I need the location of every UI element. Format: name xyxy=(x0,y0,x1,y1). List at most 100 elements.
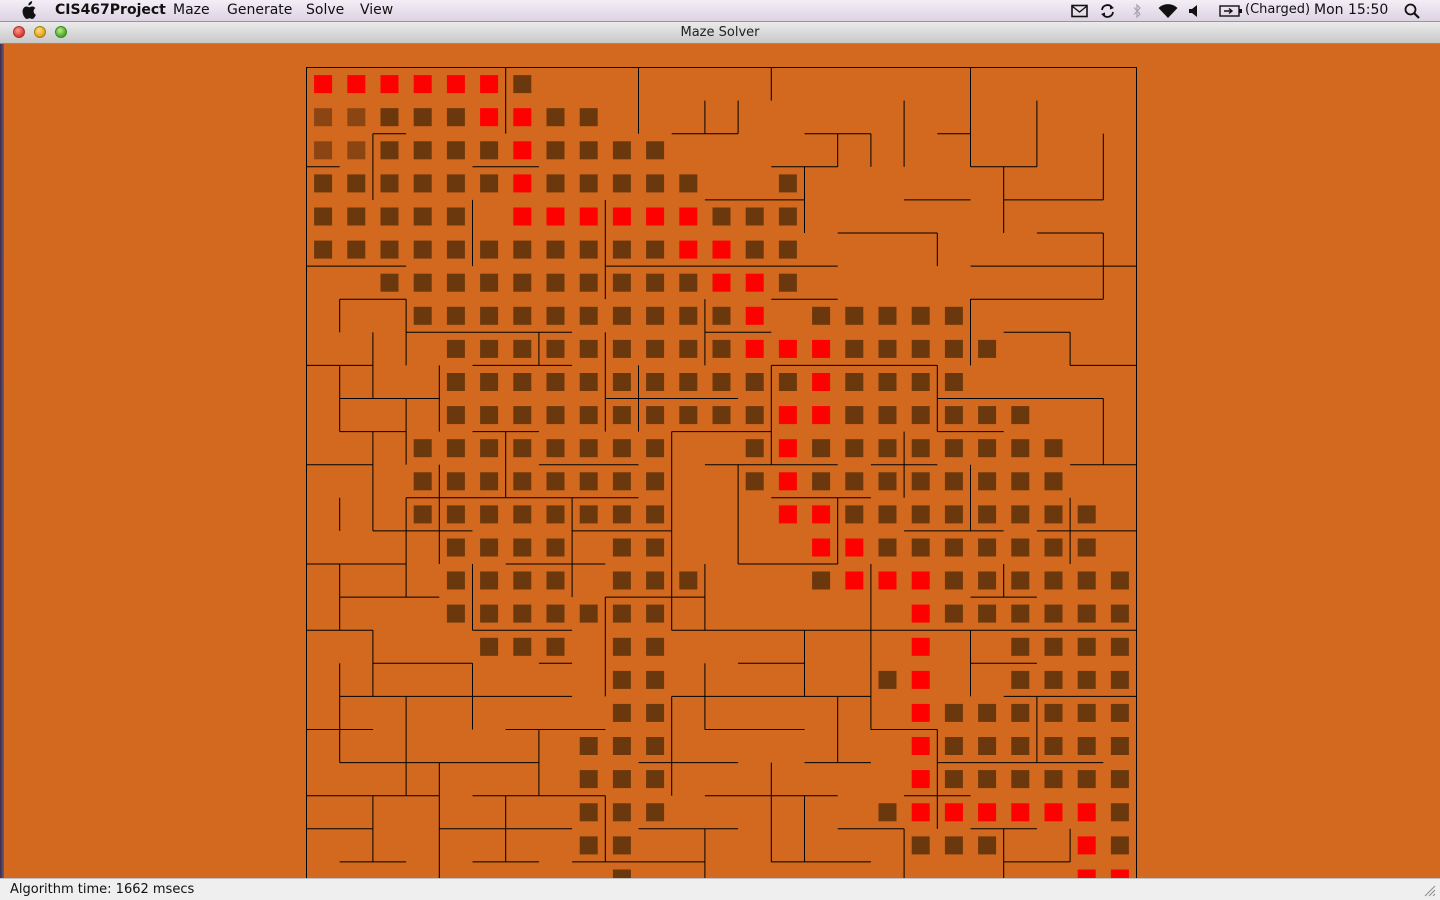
solution-path-cell xyxy=(911,604,930,623)
menu-maze[interactable]: Maze xyxy=(173,2,210,18)
visited-cell xyxy=(513,306,532,325)
mail-icon[interactable] xyxy=(1071,4,1088,18)
visited-cell xyxy=(712,373,731,391)
visited-cell xyxy=(1011,770,1030,789)
solution-path-cell xyxy=(314,75,333,94)
solution-path-cell xyxy=(679,207,698,226)
visited-cell xyxy=(612,737,631,755)
visited-cell xyxy=(944,737,963,755)
visited-cell xyxy=(1077,670,1096,689)
sync-icon[interactable] xyxy=(1099,3,1116,19)
visited-cell xyxy=(745,472,764,491)
visited-cell xyxy=(413,174,432,193)
visited-cell xyxy=(944,505,963,524)
visited-cell xyxy=(978,505,997,524)
visited-cell xyxy=(646,538,665,557)
menu-bar: CIS467Project Maze Generate Solve View (… xyxy=(0,0,1440,22)
visited-cell xyxy=(878,439,897,458)
visited-cell xyxy=(612,571,631,590)
visited-cell xyxy=(546,637,565,656)
visited-cell xyxy=(944,339,963,358)
visited-cell xyxy=(1077,637,1096,656)
solution-path-cell xyxy=(812,505,831,524)
visited-cell xyxy=(646,373,665,391)
solution-path-cell xyxy=(911,703,930,722)
visited-cell xyxy=(978,538,997,557)
visited-cell xyxy=(1011,406,1030,425)
visited-cell xyxy=(480,373,499,391)
solution-path-cell xyxy=(1077,869,1096,878)
visited-cell xyxy=(513,571,532,590)
menu-view[interactable]: View xyxy=(360,2,393,18)
visited-cell xyxy=(1044,538,1063,557)
menubar-clock[interactable]: Mon 15:50 xyxy=(1314,2,1388,18)
battery-icon[interactable] xyxy=(1219,5,1243,17)
visited-cell xyxy=(480,505,499,524)
visited-cell xyxy=(878,373,897,391)
visited-cell xyxy=(446,505,465,524)
visited-cell xyxy=(513,538,532,557)
solution-path-cell xyxy=(812,538,831,557)
visited-cell xyxy=(646,505,665,524)
visited-cell xyxy=(380,240,399,259)
visited-cell xyxy=(646,803,665,822)
visited-cell xyxy=(944,538,963,557)
visited-cell xyxy=(878,472,897,491)
visited-cell xyxy=(745,240,764,259)
menu-generate[interactable]: Generate xyxy=(227,2,292,18)
visited-cell xyxy=(513,75,532,94)
wifi-icon[interactable] xyxy=(1157,3,1179,19)
visited-cell xyxy=(646,141,665,160)
visited-cell xyxy=(878,670,897,689)
solution-path-cell xyxy=(812,373,831,391)
solution-path-cell xyxy=(579,207,598,226)
visited-cell xyxy=(380,141,399,160)
resize-grip-icon[interactable] xyxy=(1423,884,1436,897)
visited-cell xyxy=(1044,505,1063,524)
visited-cell xyxy=(513,406,532,425)
visited-cell xyxy=(911,406,930,425)
bluetooth-icon[interactable] xyxy=(1132,3,1142,19)
visited-cell xyxy=(646,571,665,590)
visited-cell xyxy=(812,439,831,458)
app-name-menu[interactable]: CIS467Project xyxy=(55,2,166,18)
visited-cell xyxy=(1110,604,1129,623)
visited-cell xyxy=(413,505,432,524)
visited-cell xyxy=(480,472,499,491)
spotlight-icon[interactable] xyxy=(1404,3,1420,19)
window-title: Maze Solver xyxy=(680,25,760,40)
visited-cell xyxy=(446,339,465,358)
visited-cell xyxy=(579,108,598,127)
visited-cell xyxy=(944,836,963,855)
visited-cell xyxy=(978,703,997,722)
visited-cell xyxy=(878,803,897,822)
visited-cell xyxy=(513,472,532,491)
solution-path-cell xyxy=(513,207,532,226)
visited-cell xyxy=(612,637,631,656)
apple-icon[interactable] xyxy=(19,1,37,20)
volume-icon[interactable] xyxy=(1189,5,1200,17)
visited-cell xyxy=(314,240,333,259)
visited-cell xyxy=(579,803,598,822)
visited-cell xyxy=(612,869,631,878)
visited-cell xyxy=(978,472,997,491)
visited-cell xyxy=(413,273,432,292)
visited-cell xyxy=(944,406,963,425)
visited-cell xyxy=(513,240,532,259)
visited-cell xyxy=(1044,703,1063,722)
frontier-cell xyxy=(347,108,366,127)
solution-path-cell xyxy=(778,439,797,458)
visited-cell xyxy=(778,373,797,391)
solution-path-cell xyxy=(413,75,432,94)
visited-cell xyxy=(1077,703,1096,722)
solution-path-cell xyxy=(878,571,897,590)
visited-cell xyxy=(546,174,565,193)
visited-cell xyxy=(1011,670,1030,689)
solution-path-cell xyxy=(1110,869,1129,878)
solution-path-cell xyxy=(480,108,499,127)
menu-solve[interactable]: Solve xyxy=(306,2,344,18)
visited-cell xyxy=(978,571,997,590)
visited-cell xyxy=(446,108,465,127)
window-title-bar[interactable]: Maze Solver xyxy=(0,22,1440,44)
solution-path-cell xyxy=(679,240,698,259)
